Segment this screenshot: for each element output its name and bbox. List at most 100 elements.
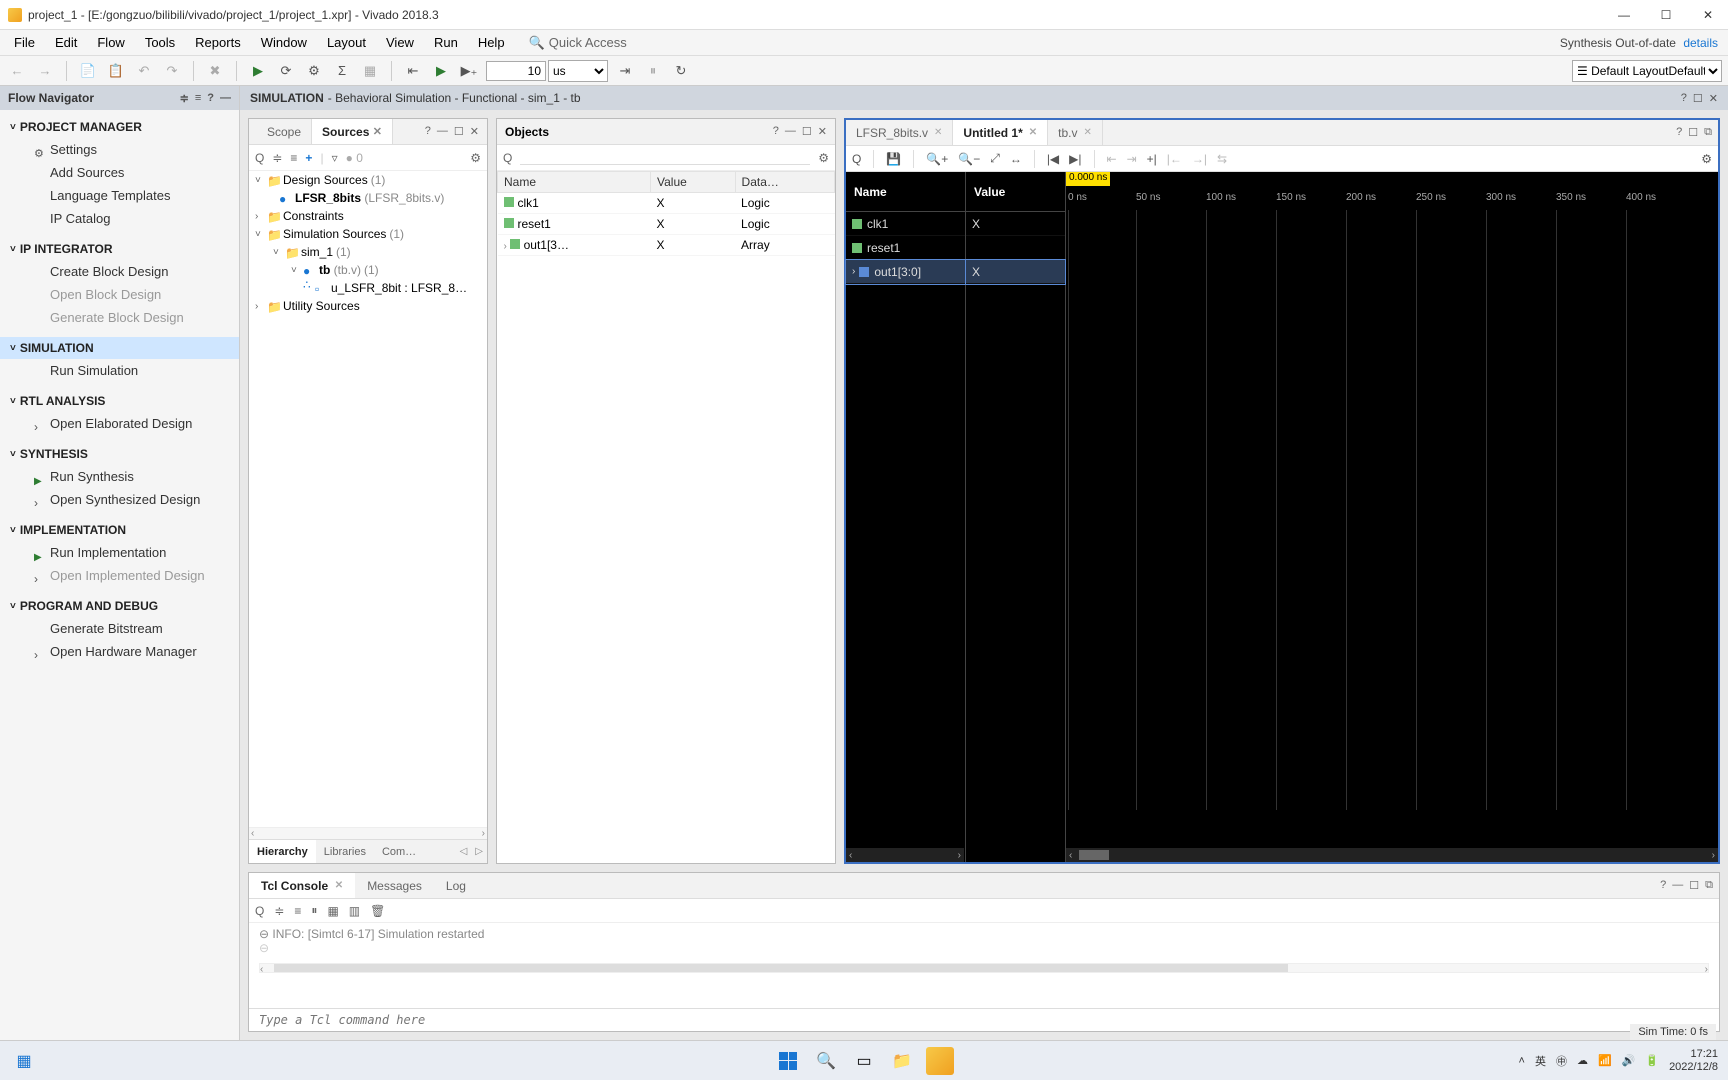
nav-run-simulation[interactable]: Run Simulation (0, 359, 239, 382)
src-tab-scroll-left-icon[interactable]: ◁ (456, 846, 472, 857)
tray-clock[interactable]: 17:21 2022/12/8 (1669, 1048, 1718, 1072)
sigma-icon[interactable]: Σ (331, 60, 353, 82)
close-icon[interactable]: ✕ (335, 880, 343, 891)
wave-name-scrollbar[interactable]: ‹› (846, 848, 964, 862)
tab-lfsr-file[interactable]: LFSR_8bits.v✕ (846, 120, 953, 145)
obj-row-clk1[interactable]: clk1XLogic (498, 193, 835, 214)
console-min-icon[interactable]: — (1672, 879, 1683, 892)
menu-file[interactable]: File (4, 30, 45, 55)
wave-next-trans-icon[interactable]: ⇥ (1127, 152, 1137, 166)
wave-sig-clk1[interactable]: clk1 (846, 212, 965, 236)
sim-close-icon[interactable]: ✕ (1709, 92, 1718, 105)
menu-help[interactable]: Help (468, 30, 515, 55)
nav-back-button[interactable]: ← (6, 60, 28, 82)
window-maximize-button[interactable]: ☐ (1654, 5, 1678, 25)
console-scroll-left-icon[interactable]: ‹ (260, 964, 263, 975)
sources-close-icon[interactable]: ✕ (470, 125, 479, 138)
nav-create-block-design[interactable]: Create Block Design (0, 260, 239, 283)
run-for-button[interactable]: ▶₊ (458, 60, 480, 82)
console-popout-icon[interactable]: ⧉ (1705, 879, 1713, 892)
search-icon[interactable]: Q (503, 151, 512, 165)
window-minimize-button[interactable]: — (1612, 5, 1636, 25)
details-link[interactable]: details (1683, 36, 1718, 50)
restart-sim-icon[interactable]: ⇤ (402, 60, 424, 82)
section-synthesis[interactable]: ˅SYNTHESIS (0, 443, 239, 465)
wave-col-name[interactable]: Name (846, 172, 965, 212)
nav-generate-bitstream[interactable]: Generate Bitstream (0, 617, 239, 640)
tab-tcl-console[interactable]: Tcl Console ✕ (249, 873, 355, 898)
break-icon[interactable]: ⏸ (642, 60, 664, 82)
wave-goto-end-icon[interactable]: ▶| (1069, 152, 1081, 166)
tab-untitled1[interactable]: Untitled 1*✕ (953, 120, 1048, 145)
flow-nav-min-icon[interactable]: — (220, 92, 231, 105)
tree-tb-inst[interactable]: ▫u_LSFR_8bit : LFSR_8… (249, 279, 487, 297)
start-button[interactable] (774, 1047, 802, 1075)
console-collapse-icon[interactable]: ≑ (274, 904, 284, 918)
task-view-icon[interactable]: ▭ (850, 1047, 878, 1075)
menu-layout[interactable]: Layout (317, 30, 376, 55)
tree-sim-sources[interactable]: ˅📁Simulation Sources(1) (249, 225, 487, 243)
src-tab-scroll-right-icon[interactable]: ▷ (471, 846, 487, 857)
scroll-right-icon[interactable]: › (482, 828, 485, 839)
nav-open-hw-manager[interactable]: Open Hardware Manager (0, 640, 239, 663)
menu-view[interactable]: View (376, 30, 424, 55)
objects-max-icon[interactable]: ☐ (802, 125, 812, 138)
toggle-icon[interactable]: ▿ (332, 151, 338, 165)
section-project-manager[interactable]: ˅PROJECT MANAGER (0, 116, 239, 138)
menu-window[interactable]: Window (251, 30, 317, 55)
menu-run[interactable]: Run (424, 30, 468, 55)
wave-goto-start-icon[interactable]: |◀ (1047, 152, 1059, 166)
gear-icon[interactable]: ⚙ (818, 151, 829, 165)
run-time-input[interactable] (486, 61, 546, 81)
col-value[interactable]: Value (651, 172, 736, 193)
sources-min-icon[interactable]: — (437, 125, 448, 138)
widgets-icon[interactable]: ▦ (10, 1047, 38, 1075)
collapse-icon[interactable]: ≑ (272, 151, 282, 165)
menu-edit[interactable]: Edit (45, 30, 87, 55)
quick-access-search[interactable]: 🔍 Quick Access (523, 35, 633, 51)
add-icon[interactable]: + (305, 151, 312, 165)
wave-zoom-out-icon[interactable]: 🔍− (958, 152, 980, 166)
console-pause-icon[interactable]: ⏸ (311, 903, 317, 918)
bitstream-icon[interactable]: ▦ (359, 60, 381, 82)
wave-zoom-fit-icon[interactable]: ⤢ (990, 151, 1000, 166)
search-icon[interactable]: 🔍 (812, 1047, 840, 1075)
section-rtl-analysis[interactable]: ˅RTL ANALYSIS (0, 390, 239, 412)
nav-open-block-design[interactable]: Open Block Design (0, 283, 239, 306)
objects-min-icon[interactable]: — (785, 125, 796, 138)
tray-ime-icon[interactable]: ㊥ (1556, 1053, 1567, 1069)
wave-swap-icon[interactable]: ⇆ (1217, 152, 1227, 166)
sources-help-icon[interactable]: ? (425, 125, 431, 138)
console-help-icon[interactable]: ? (1660, 879, 1666, 892)
wave-sig-out1[interactable]: ›out1[3:0] (846, 260, 965, 284)
col-dtype[interactable]: Data… (735, 172, 834, 193)
flow-nav-toggle-icon[interactable]: ≑ (180, 92, 189, 105)
obj-row-out1[interactable]: › out1[3…XArray (498, 235, 835, 256)
col-name[interactable]: Name (498, 172, 651, 193)
wave-prev-marker-icon[interactable]: |← (1167, 152, 1182, 166)
menu-tools[interactable]: Tools (135, 30, 185, 55)
objects-help-icon[interactable]: ? (773, 125, 779, 138)
nav-run-synthesis[interactable]: Run Synthesis (0, 465, 239, 488)
run-button[interactable]: ▶ (247, 60, 269, 82)
explorer-icon[interactable]: 📁 (888, 1047, 916, 1075)
nav-fwd-button[interactable]: → (34, 60, 56, 82)
tree-lfsr-8bits[interactable]: ●LFSR_8bits (LFSR_8bits.v) (249, 189, 487, 207)
section-ip-integrator[interactable]: ˅IP INTEGRATOR (0, 238, 239, 260)
tray-onedrive-icon[interactable]: ☁ (1577, 1054, 1588, 1067)
objects-close-icon[interactable]: ✕ (818, 125, 827, 138)
copy-icon[interactable]: 📄 (77, 60, 99, 82)
console-filter-icon[interactable]: ≡ (294, 904, 301, 918)
close-icon[interactable]: ✕ (1084, 127, 1092, 138)
cancel-icon[interactable]: ✖ (204, 60, 226, 82)
sim-help-icon[interactable]: ? (1681, 92, 1687, 105)
tree-utility-sources[interactable]: ›📁Utility Sources (249, 297, 487, 315)
run-all-button[interactable]: ▶ (430, 60, 452, 82)
section-simulation[interactable]: ˅SIMULATION (0, 337, 239, 359)
flow-nav-help-icon[interactable]: ? (207, 92, 214, 105)
menu-flow[interactable]: Flow (87, 30, 134, 55)
wave-help-icon[interactable]: ? (1676, 126, 1682, 139)
wave-zoom-cursor-icon[interactable]: ↔ (1010, 152, 1022, 166)
flow-nav-collapse-icon[interactable]: ≡ (195, 92, 201, 105)
wave-sig-reset1[interactable]: reset1 (846, 236, 965, 260)
